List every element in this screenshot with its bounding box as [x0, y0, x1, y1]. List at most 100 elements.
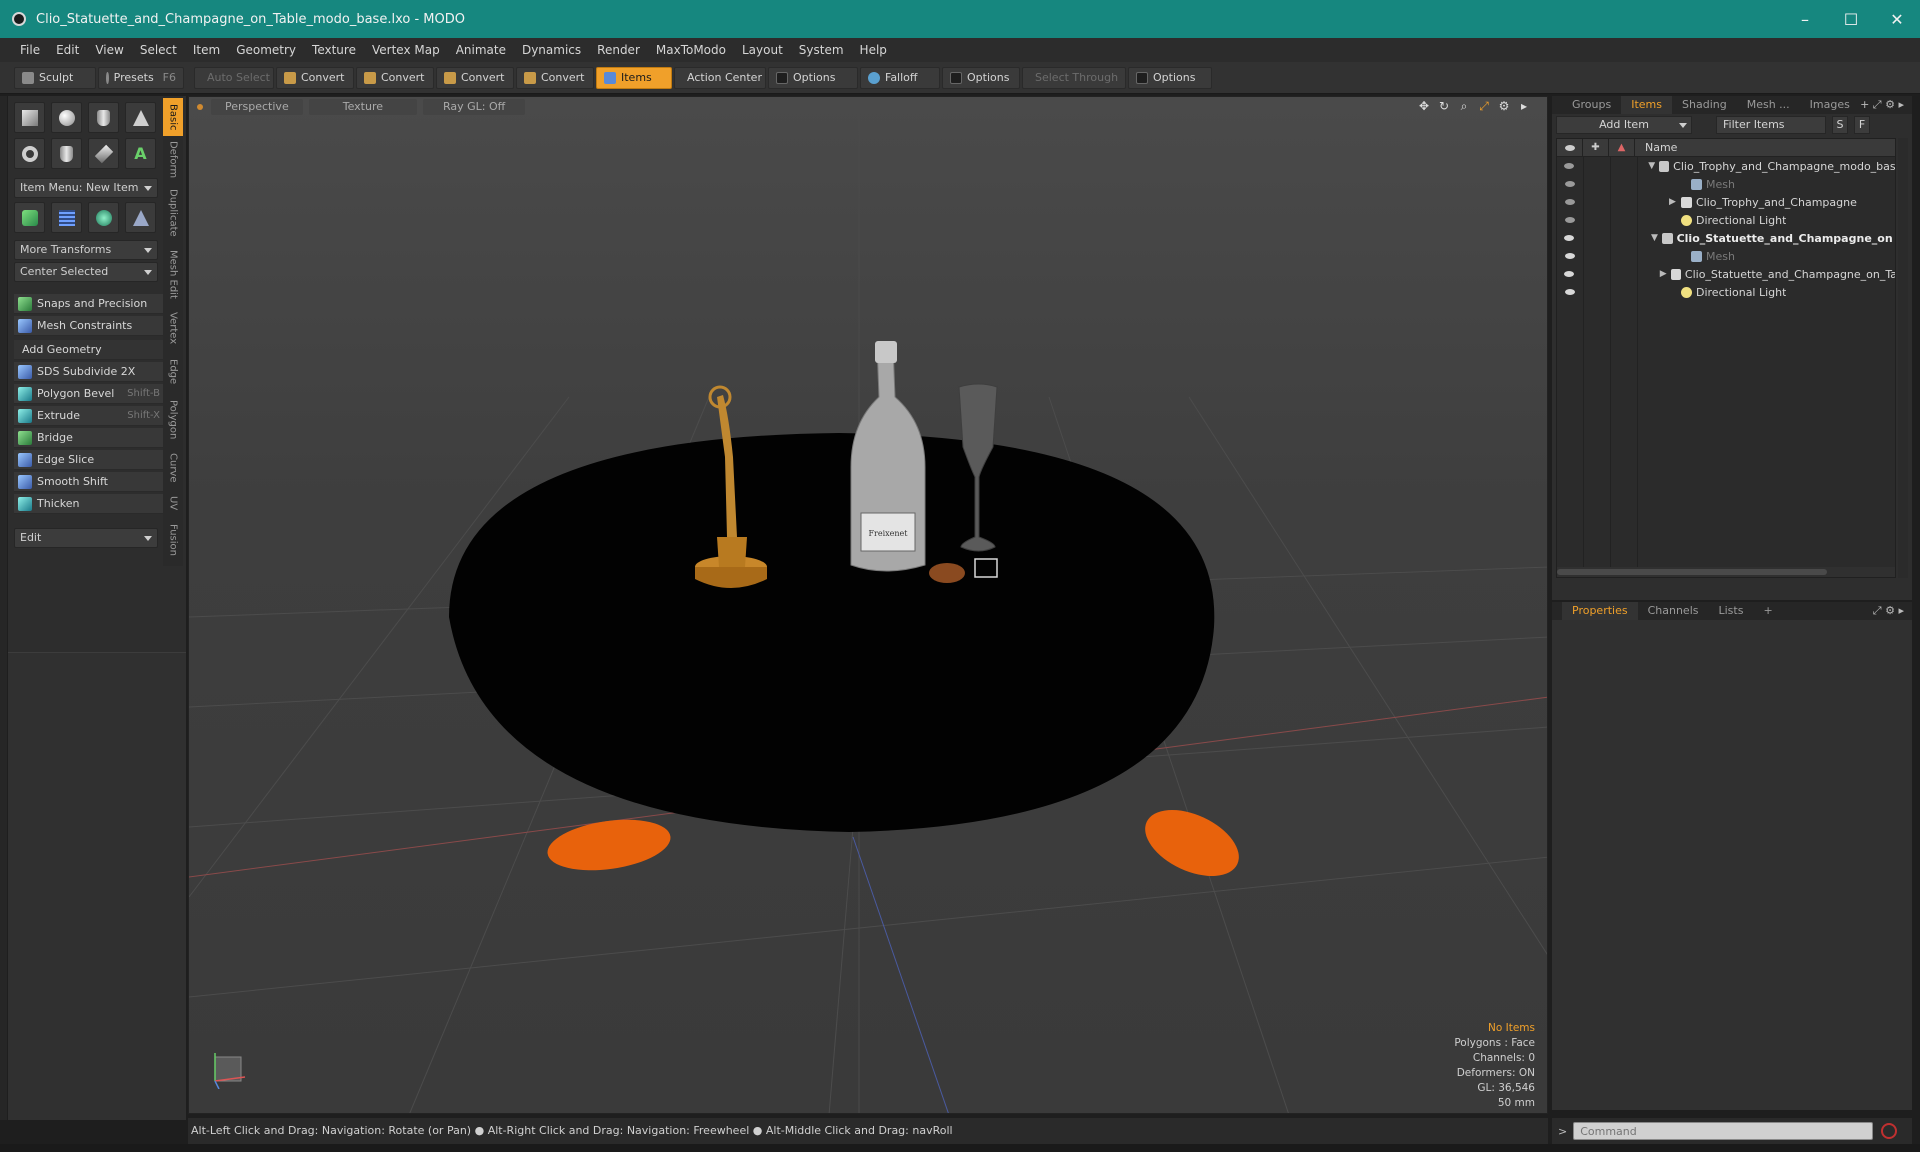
item-row[interactable]: Directional Light	[1557, 283, 1895, 301]
tab-fusion[interactable]: Fusion	[163, 518, 183, 562]
minimize-button[interactable]: –	[1782, 0, 1828, 38]
item-row[interactable]: ▶ Clio_Trophy_and_Champagne	[1557, 193, 1895, 211]
menu-view[interactable]: View	[87, 38, 131, 62]
thicken-button[interactable]: Thicken	[14, 494, 164, 514]
select-through-options-button[interactable]: Options	[1128, 66, 1212, 89]
tab-curve[interactable]: Curve	[163, 448, 183, 488]
sphere-primitive-button[interactable]	[51, 102, 82, 133]
pen-tool-button[interactable]	[88, 138, 119, 169]
viewport-menu-icon[interactable]	[197, 104, 203, 110]
tab-deform[interactable]: Deform	[163, 138, 183, 182]
fit-view-icon[interactable]: ⤢	[1477, 99, 1491, 113]
close-button[interactable]: ✕	[1874, 0, 1920, 38]
extrude-button[interactable]: Extrude Shift-X	[14, 406, 164, 426]
expand-arrow-icon[interactable]: ▶	[1660, 269, 1671, 279]
menu-animate[interactable]: Animate	[448, 38, 514, 62]
menu-edit[interactable]: Edit	[48, 38, 87, 62]
menu-maxtomodo[interactable]: MaxToModo	[648, 38, 734, 62]
sculpt-button[interactable]: Sculpt	[14, 66, 96, 89]
visibility-toggle[interactable]	[1557, 271, 1581, 277]
item-row[interactable]: Directional Light	[1557, 211, 1895, 229]
scale-grid-button[interactable]	[51, 202, 82, 233]
tab-polygon[interactable]: Polygon	[163, 394, 183, 446]
text-tool-button[interactable]: A	[125, 138, 156, 169]
cone-primitive-button[interactable]	[125, 102, 156, 133]
convert-polygons-button[interactable]: Convert	[436, 66, 514, 89]
item-menu-dropdown[interactable]: Item Menu: New Item	[14, 178, 158, 198]
item-row[interactable]: ▼ Clio_Statuette_and_Champagne_on ...	[1557, 229, 1895, 247]
menu-render[interactable]: Render	[589, 38, 648, 62]
cylinder-primitive-button[interactable]	[88, 102, 119, 133]
lock-column[interactable]: ✚	[1583, 138, 1609, 157]
viewport-expand-icon[interactable]: ▸	[1517, 99, 1531, 113]
record-macro-icon[interactable]	[1881, 1123, 1898, 1139]
menu-layout[interactable]: Layout	[734, 38, 791, 62]
menu-system[interactable]: System	[791, 38, 852, 62]
menu-geometry[interactable]: Geometry	[228, 38, 304, 62]
panel-settings-icon[interactable]: ⚙	[1885, 98, 1895, 111]
edge-slice-button[interactable]: Edge Slice	[14, 450, 164, 470]
item-row[interactable]: ▶ Clio_Statuette_and_Champagne_on_Table	[1557, 265, 1895, 283]
convert-vertices-button[interactable]: Convert	[276, 66, 354, 89]
tab-shading[interactable]: Shading	[1672, 96, 1737, 114]
move-view-icon[interactable]: ✥	[1417, 99, 1431, 113]
tab-channels[interactable]: Channels	[1638, 602, 1709, 620]
items-mode-button[interactable]: Items	[596, 66, 672, 89]
panel-menu-icon[interactable]: ▸	[1898, 98, 1904, 111]
falloff-button[interactable]: Falloff	[860, 66, 940, 89]
add-tab-icon[interactable]: +	[1860, 98, 1869, 111]
falloff-options-button[interactable]: Options	[942, 66, 1020, 89]
menu-help[interactable]: Help	[852, 38, 895, 62]
render-column[interactable]: ▲	[1609, 138, 1635, 157]
more-transforms-dropdown[interactable]: More Transforms	[14, 240, 158, 260]
add-properties-tab[interactable]: +	[1753, 602, 1782, 620]
auto-select-button[interactable]: Auto Select	[194, 66, 274, 89]
expand-arrow-icon[interactable]: ▼	[1651, 233, 1662, 243]
select-through-button[interactable]: Select Through	[1022, 66, 1126, 89]
add-item-button[interactable]: Add Item	[1556, 116, 1692, 134]
raygl-toggle[interactable]: Ray GL: Off	[423, 99, 526, 115]
3d-viewport[interactable]: Freixenet Perspective Texture Ray GL: Of…	[188, 96, 1548, 1114]
menu-texture[interactable]: Texture	[304, 38, 364, 62]
center-selected-dropdown[interactable]: Center Selected	[14, 262, 158, 282]
expand-arrow-icon[interactable]: ▼	[1648, 161, 1659, 171]
menu-vertex-map[interactable]: Vertex Map	[364, 38, 448, 62]
shading-texture-tab[interactable]: Texture	[308, 99, 417, 115]
visibility-toggle[interactable]	[1557, 181, 1583, 187]
item-row[interactable]: Mesh	[1557, 247, 1895, 265]
tab-duplicate[interactable]: Duplicate	[163, 184, 183, 242]
shear-button[interactable]	[125, 202, 156, 233]
tab-mesh[interactable]: Mesh ...	[1737, 96, 1800, 114]
tab-lists[interactable]: Lists	[1709, 602, 1754, 620]
tab-properties[interactable]: Properties	[1562, 602, 1638, 620]
visibility-toggle[interactable]	[1557, 163, 1581, 169]
torus-primitive-button[interactable]	[14, 138, 45, 169]
filter-f-button[interactable]: F	[1854, 116, 1870, 134]
tab-mesh-edit[interactable]: Mesh Edit	[163, 244, 183, 304]
item-list-vscroll[interactable]	[1898, 138, 1908, 578]
action-center-button[interactable]: Action Center	[674, 66, 766, 89]
filter-items-field[interactable]: Filter Items	[1716, 116, 1826, 134]
action-center-options-button[interactable]: Options	[768, 66, 858, 89]
visibility-toggle[interactable]	[1557, 217, 1583, 223]
convert-edges-button[interactable]: Convert	[356, 66, 434, 89]
edit-dropdown[interactable]: Edit	[14, 528, 158, 548]
tab-uv[interactable]: UV	[163, 490, 183, 516]
panel-menu-icon[interactable]: ▸	[1898, 604, 1904, 617]
item-list-hscroll[interactable]	[1557, 567, 1895, 577]
polygon-bevel-button[interactable]: Polygon Bevel Shift-B	[14, 384, 164, 404]
command-input[interactable]	[1573, 1122, 1874, 1140]
visibility-toggle[interactable]	[1557, 199, 1583, 205]
viewport-settings-icon[interactable]: ⚙	[1497, 99, 1511, 113]
name-column-header[interactable]: Name	[1635, 141, 1677, 154]
expand-panel-icon[interactable]: ⤢	[1873, 98, 1882, 111]
visibility-column[interactable]	[1557, 138, 1583, 157]
snaps-and-precision-button[interactable]: Snaps and Precision	[14, 294, 164, 314]
tab-groups[interactable]: Groups	[1562, 96, 1621, 114]
cube-primitive-button[interactable]	[14, 102, 45, 133]
item-row[interactable]: ▼ Clio_Trophy_and_Champagne_modo_base ...	[1557, 157, 1895, 175]
zoom-view-icon[interactable]: ⌕	[1457, 99, 1471, 113]
panel-settings-icon[interactable]: ⚙	[1885, 604, 1895, 617]
convert-materials-button[interactable]: Convert	[516, 66, 594, 89]
maximize-button[interactable]: ☐	[1828, 0, 1874, 38]
